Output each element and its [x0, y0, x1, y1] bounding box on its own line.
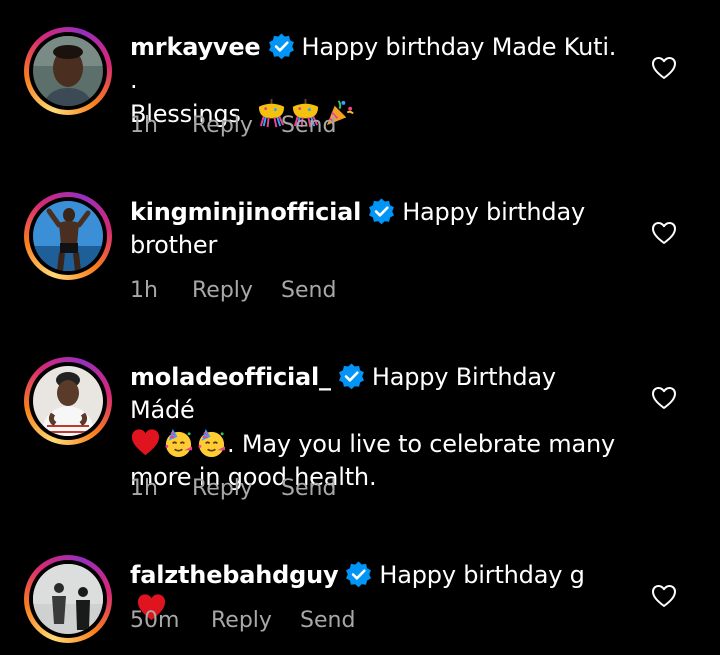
comment-timestamp: 1h	[130, 278, 158, 303]
comment-meta: 50m Reply Send	[130, 608, 355, 633]
comment-text: moladeofficial_ Happy Birthday Mádé . May…	[130, 361, 625, 494]
comment-body: brother	[130, 231, 218, 259]
comment-meta: 1h Reply Send	[130, 113, 336, 138]
comment-timestamp: 1h	[130, 113, 158, 138]
reply-button[interactable]: Reply	[211, 608, 300, 633]
comment-timestamp: 50m	[130, 608, 180, 633]
avatar[interactable]	[24, 357, 112, 445]
comment-body: Happy birthday g	[379, 561, 585, 589]
comment-text: kingminjinofficial Happy birthday brother	[130, 196, 625, 262]
comment-body: . May you live to celebrate many	[227, 430, 615, 458]
comment-item: kingminjinofficial Happy birthday brother…	[0, 165, 720, 330]
reply-button[interactable]: Reply	[192, 278, 281, 303]
verified-badge-icon	[268, 33, 294, 60]
heart-like-icon[interactable]	[651, 584, 677, 608]
avatar[interactable]	[24, 192, 112, 280]
red-heart-icon	[131, 429, 160, 456]
reply-button[interactable]: Reply	[192, 476, 281, 501]
comment-timestamp: 1h	[130, 476, 158, 501]
verified-badge-icon	[369, 198, 395, 225]
avatar[interactable]	[24, 555, 112, 643]
comment-item: moladeofficial_ Happy Birthday Mádé . May…	[0, 330, 720, 528]
username[interactable]: falzthebahdguy	[130, 561, 339, 589]
partying-face-icon	[198, 428, 226, 458]
comment-body: Happy birthday	[402, 198, 585, 226]
send-button[interactable]: Send	[281, 278, 336, 303]
send-button[interactable]: Send	[300, 608, 355, 633]
send-button[interactable]: Send	[281, 476, 336, 501]
verified-badge-icon	[338, 363, 364, 390]
reply-button[interactable]: Reply	[192, 113, 281, 138]
comment-meta: 1h Reply Send	[130, 476, 336, 501]
comment-meta: 1h Reply Send	[130, 278, 336, 303]
heart-like-icon[interactable]	[651, 386, 677, 410]
partying-face-icon	[165, 428, 193, 458]
verified-badge-icon	[346, 561, 372, 588]
username[interactable]: kingminjinofficial	[130, 198, 361, 226]
heart-like-icon[interactable]	[651, 56, 677, 80]
username[interactable]: mrkayvee	[130, 33, 261, 61]
avatar[interactable]	[24, 27, 112, 115]
comment-item: falzthebahdguy Happy birthday g 50m Reply S…	[0, 528, 720, 655]
send-button[interactable]: Send	[281, 113, 336, 138]
username[interactable]: moladeofficial_	[130, 363, 331, 391]
comment-item: mrkayvee Happy birthday Made Kuti. . Bles…	[0, 0, 720, 165]
heart-like-icon[interactable]	[651, 221, 677, 245]
